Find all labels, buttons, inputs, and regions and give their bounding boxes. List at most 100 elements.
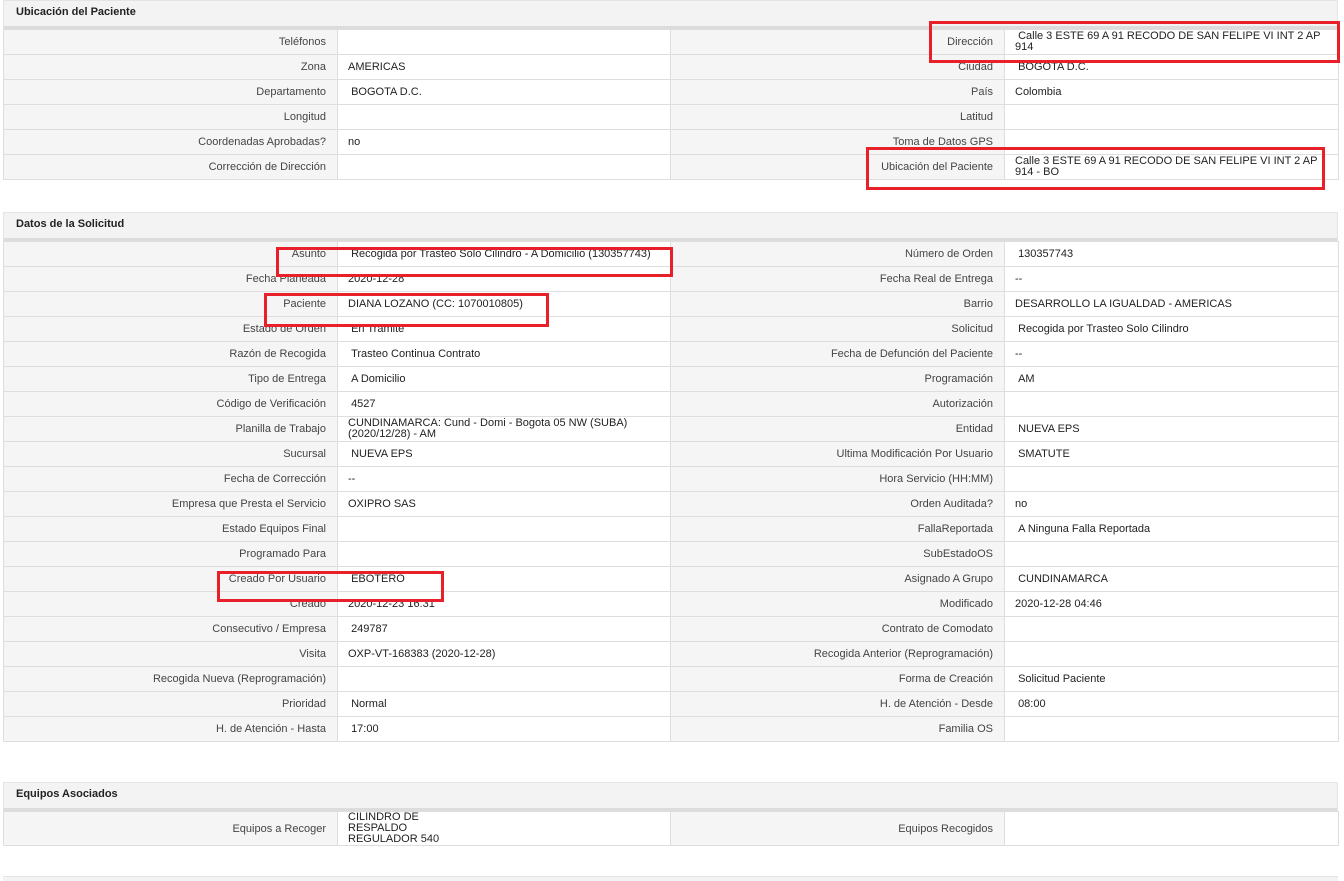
field-label: Ultima Modificación Por Usuario	[670, 441, 1005, 467]
field-label: Modificado	[670, 591, 1005, 617]
table-row: Longitud Latitud	[3, 104, 1339, 130]
table-row: Recogida Nueva (Reprogramación) Forma de …	[3, 666, 1339, 692]
field-label: Estado de Orden	[3, 316, 338, 342]
field-value: EBOTERO	[337, 566, 671, 592]
field-value: 17:00	[337, 716, 671, 742]
table-row: Razón de Recogida Trasteo Continua Contr…	[3, 341, 1339, 367]
field-value: Calle 3 ESTE 69 A 91 RECODO DE SAN FELIP…	[1004, 29, 1339, 55]
field-value: OXIPRO SAS	[337, 491, 671, 517]
field-value	[337, 516, 671, 542]
table-row: Coordenadas Aprobadas? no Toma de Datos GP…	[3, 129, 1339, 155]
field-label: Prioridad	[3, 691, 338, 717]
table-row: Planilla de Trabajo CUNDINAMARCA: Cund - …	[3, 416, 1339, 442]
field-value	[337, 104, 671, 130]
field-label: Entidad	[670, 416, 1005, 442]
field-label: Equipos a Recoger	[3, 811, 338, 846]
field-value	[1004, 129, 1339, 155]
field-value: BOGOTA D.C.	[1004, 54, 1339, 80]
field-value: CUNDINAMARCA: Cund - Domi - Bogota 05 NW…	[337, 416, 671, 442]
field-label: Recogida Nueva (Reprogramación)	[3, 666, 338, 692]
ubicacion-table: Teléfonos Dirección Calle 3 ESTE 69 A 91 …	[3, 29, 1339, 180]
table-row: Empresa que Presta el Servicio OXIPRO SAS…	[3, 491, 1339, 517]
field-label: Familia OS	[670, 716, 1005, 742]
section-header: Equipos Asociados	[3, 782, 1338, 811]
field-label: Fecha Real de Entrega	[670, 266, 1005, 292]
table-row: Asunto Recogida por Trasteo Solo Cilindr…	[3, 241, 1339, 267]
field-value: BOGOTA D.C.	[337, 79, 671, 105]
field-label: Empresa que Presta el Servicio	[3, 491, 338, 517]
field-label: Razón de Recogida	[3, 341, 338, 367]
table-row: Código de Verificación 4527 Autorización	[3, 391, 1339, 417]
field-label: Consecutivo / Empresa	[3, 616, 338, 642]
field-value: Solicitud Paciente	[1004, 666, 1339, 692]
field-value: SMATUTE	[1004, 441, 1339, 467]
field-value: 4527	[337, 391, 671, 417]
table-row: Fecha Planeada 2020-12-28 Fecha Real de En…	[3, 266, 1339, 292]
field-value: Calle 3 ESTE 69 A 91 RECODO DE SAN FELIP…	[1004, 154, 1339, 180]
field-value: NUEVA EPS	[1004, 416, 1339, 442]
solicitud-table: Asunto Recogida por Trasteo Solo Cilindr…	[3, 241, 1339, 742]
table-row: Equipos a Recoger CILINDRO DE RESPALDO RE…	[3, 811, 1339, 846]
field-label: Latitud	[670, 104, 1005, 130]
field-label: Paciente	[3, 291, 338, 317]
field-value	[1004, 104, 1339, 130]
table-row: Estado Equipos Final FallaReportada A Nin…	[3, 516, 1339, 542]
field-label: H. de Atención - Desde	[670, 691, 1005, 717]
field-value: A Ninguna Falla Reportada	[1004, 516, 1339, 542]
table-row: Tipo de Entrega A Domicilio Programación …	[3, 366, 1339, 392]
field-value: 2020-12-28	[337, 266, 671, 292]
field-label: Código de Verificación	[3, 391, 338, 417]
field-value: OXP-VT-168383 (2020-12-28)	[337, 641, 671, 667]
field-label: Tipo de Entrega	[3, 366, 338, 392]
field-value: Trasteo Continua Contrato	[337, 341, 671, 367]
field-label: Visita	[3, 641, 338, 667]
table-row: Paciente DIANA LOZANO (CC: 1070010805) Bar…	[3, 291, 1339, 317]
section-header: Ubicación del Paciente	[3, 0, 1338, 29]
field-value: NUEVA EPS	[337, 441, 671, 467]
field-value: AMERICAS	[337, 54, 671, 80]
field-label: Ciudad	[670, 54, 1005, 80]
field-label: Equipos Recogidos	[670, 811, 1005, 846]
section-header: Datos de la Solicitud	[3, 212, 1338, 241]
field-label: Solicitud	[670, 316, 1005, 342]
field-value	[1004, 541, 1339, 567]
field-label: Sucursal	[3, 441, 338, 467]
field-label: Asunto	[3, 241, 338, 267]
field-value	[337, 29, 671, 55]
table-row: Creado 2020-12-23 16:31 Modificado 2020-12-…	[3, 591, 1339, 617]
table-row: Fecha de Corrección -- Hora Servicio (HH:M…	[3, 466, 1339, 492]
field-value: En Tramite	[337, 316, 671, 342]
field-value	[1004, 811, 1339, 846]
field-value: Normal	[337, 691, 671, 717]
field-label: Creado Por Usuario	[3, 566, 338, 592]
field-value	[1004, 616, 1339, 642]
field-value	[1004, 641, 1339, 667]
field-label: Asignado A Grupo	[670, 566, 1005, 592]
table-row: Prioridad Normal H. de Atención - Desde 0…	[3, 691, 1339, 717]
field-value	[1004, 391, 1339, 417]
field-label: Programación	[670, 366, 1005, 392]
field-value: A Domicilio	[337, 366, 671, 392]
field-label: Forma de Creación	[670, 666, 1005, 692]
field-value: 130357743	[1004, 241, 1339, 267]
field-value: 2020-12-23 16:31	[337, 591, 671, 617]
field-label: Estado Equipos Final	[3, 516, 338, 542]
table-row: Zona AMERICAS Ciudad BOGOTA D.C.	[3, 54, 1339, 80]
field-value	[1004, 466, 1339, 492]
equipos-table: Equipos a Recoger CILINDRO DE RESPALDO RE…	[3, 811, 1339, 846]
field-label: Número de Orden	[670, 241, 1005, 267]
table-row: Visita OXP-VT-168383 (2020-12-28) Recogida…	[3, 641, 1339, 667]
field-label: Planilla de Trabajo	[3, 416, 338, 442]
field-label: Hora Servicio (HH:MM)	[670, 466, 1005, 492]
section-equipos-asociados: Equipos Asociados Equipos a Recoger CILIN…	[3, 782, 1339, 846]
field-value: no	[337, 129, 671, 155]
field-label: Ubicación del Paciente	[670, 154, 1005, 180]
field-label: H. de Atención - Hasta	[3, 716, 338, 742]
field-label: Dirección	[670, 29, 1005, 55]
field-value: 08:00	[1004, 691, 1339, 717]
field-label: SubEstadoOS	[670, 541, 1005, 567]
field-label: Orden Auditada?	[670, 491, 1005, 517]
field-value: no	[1004, 491, 1339, 517]
field-value: CILINDRO DE RESPALDO REGULADOR 540	[337, 811, 671, 846]
next-section-edge	[3, 876, 1338, 881]
